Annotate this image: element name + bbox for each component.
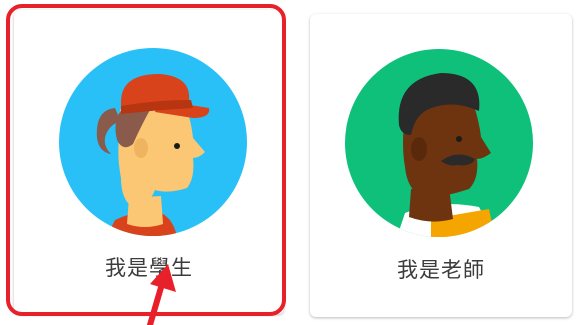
student-role-label: 我是學生: [105, 256, 193, 280]
role-selection: 我是學生 我是老師: [0, 0, 576, 325]
teacher-role-label: 我是老師: [397, 258, 485, 282]
teacher-avatar-icon: [345, 49, 533, 237]
student-avatar-icon: [59, 48, 247, 236]
teacher-role-card[interactable]: 我是老師: [310, 14, 572, 317]
student-role-card[interactable]: 我是學生: [14, 10, 284, 314]
